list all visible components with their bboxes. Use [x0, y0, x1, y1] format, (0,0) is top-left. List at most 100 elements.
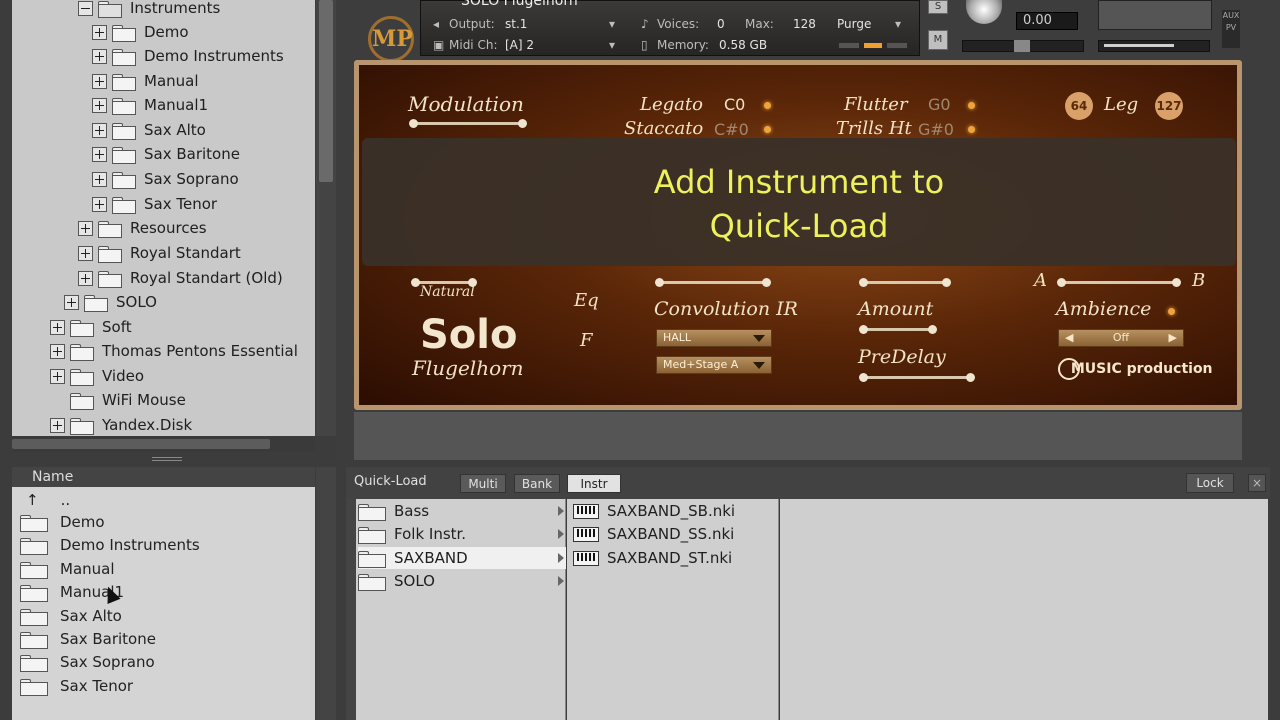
output-select[interactable]: st.1: [505, 17, 527, 31]
tree-item[interactable]: Video: [50, 364, 144, 388]
tree-item[interactable]: Royal Standart (Old): [78, 266, 283, 290]
microphones-slider[interactable]: [1057, 278, 1181, 287]
instrument-file-icon: [573, 550, 599, 566]
tree-horizontal-thumb[interactable]: [12, 439, 270, 449]
output-dropdown-icon[interactable]: ▾: [609, 17, 615, 31]
tree-item[interactable]: Demo: [92, 20, 189, 44]
tab-multi[interactable]: Multi: [460, 474, 506, 493]
pan-slider-handle[interactable]: [1014, 40, 1030, 52]
amount-slider[interactable]: [859, 325, 937, 334]
solo-button[interactable]: S: [928, 0, 948, 14]
tree-item[interactable]: Royal Standart: [78, 241, 241, 265]
expand-icon[interactable]: [92, 97, 107, 113]
expand-icon[interactable]: [50, 368, 65, 384]
midi-channel-select[interactable]: [A] 2: [505, 38, 534, 52]
convolution-hall-select[interactable]: HALL: [656, 329, 772, 347]
name-column-header[interactable]: Name: [12, 467, 315, 487]
quickload-folder-item[interactable]: SOLO: [358, 570, 566, 592]
expand-icon[interactable]: [50, 319, 65, 335]
folder-icon: [98, 245, 122, 263]
quickload-folder-item-selected[interactable]: SAXBAND: [358, 547, 566, 569]
tree-item[interactable]: Demo Instruments: [92, 44, 284, 68]
file-row[interactable]: Sax Alto: [20, 605, 122, 627]
instrument-lower-area: [354, 412, 1242, 460]
file-row[interactable]: Demo Instruments: [20, 534, 200, 556]
tree-item-label: Royal Standart: [130, 244, 241, 262]
expand-icon[interactable]: [78, 270, 93, 286]
quickload-file-item[interactable]: SAXBAND_SS.nki: [573, 523, 734, 545]
close-button[interactable]: ×: [1248, 474, 1266, 492]
tree-item[interactable]: Yandex.Disk: [50, 413, 192, 436]
predelay-slider[interactable]: [859, 373, 975, 382]
staccato-led-icon: [764, 126, 771, 133]
ambience-next-icon[interactable]: ▶: [1169, 330, 1177, 346]
expand-icon[interactable]: [92, 146, 107, 162]
tree-item[interactable]: Soft: [50, 315, 132, 339]
expand-icon[interactable]: [92, 171, 107, 187]
quickload-folder-item[interactable]: Bass: [358, 500, 566, 522]
trills-label: Trills Ht: [836, 118, 912, 139]
purge-dropdown-icon[interactable]: ▾: [895, 17, 901, 31]
file-row[interactable]: Sax Tenor: [20, 675, 133, 697]
file-row[interactable]: Sax Soprano: [20, 651, 155, 673]
purge-button[interactable]: Purge: [837, 17, 871, 31]
leg-low-badge[interactable]: 64: [1065, 92, 1093, 120]
legato-keyswitch[interactable]: C0: [724, 95, 745, 114]
ambience-selector[interactable]: ◀ Off ▶: [1058, 329, 1184, 347]
velocity-range-slider[interactable]: [859, 278, 951, 287]
folder-icon: [112, 171, 136, 189]
expand-icon[interactable]: [92, 196, 107, 212]
expand-icon[interactable]: [92, 48, 107, 64]
tree-item[interactable]: Thomas Pentons Essential: [50, 339, 298, 363]
parent-folder-row[interactable]: ↑ ..: [26, 489, 70, 511]
mute-button[interactable]: M: [928, 30, 948, 50]
tree-item[interactable]: Manual: [92, 69, 199, 93]
folder-icon: [70, 319, 94, 337]
dynamic-range-slider[interactable]: [655, 278, 771, 287]
max-voices-value[interactable]: 128: [793, 17, 816, 31]
file-row[interactable]: Demo: [20, 511, 105, 533]
quickload-file-item[interactable]: SAXBAND_SB.nki: [573, 500, 735, 522]
tree-item[interactable]: Sax Soprano: [92, 167, 239, 191]
tree-item-instruments[interactable]: Instruments: [78, 0, 220, 20]
collapse-icon[interactable]: [78, 0, 93, 16]
tree-item[interactable]: Resources: [78, 216, 207, 240]
file-row[interactable]: Sax Baritone: [20, 628, 156, 650]
expand-icon[interactable]: [92, 122, 107, 138]
expand-icon[interactable]: [92, 24, 107, 40]
flutter-keyswitch[interactable]: G0: [928, 95, 951, 114]
tree-item[interactable]: Sax Tenor: [92, 192, 217, 216]
quickload-folder-item[interactable]: Folk Instr.: [358, 523, 566, 545]
expand-icon[interactable]: [50, 417, 65, 433]
file-row[interactable]: Manual: [20, 558, 115, 580]
pane-splitter[interactable]: [152, 457, 182, 461]
staccato-keyswitch[interactable]: C#0: [714, 120, 749, 139]
tab-instr[interactable]: Instr: [567, 474, 621, 493]
aux-pv-labels[interactable]: AUX PV: [1222, 10, 1240, 48]
tree-item[interactable]: Sax Alto: [92, 118, 206, 142]
tree-item[interactable]: SOLO: [64, 290, 157, 314]
expand-icon[interactable]: [50, 343, 65, 359]
modulation-slider[interactable]: [409, 119, 527, 128]
expand-icon[interactable]: [78, 245, 93, 261]
tune-value[interactable]: 0.00: [1016, 12, 1078, 30]
expand-icon[interactable]: [92, 73, 107, 89]
instrument-name[interactable]: SOLO Flugelhorn: [461, 0, 578, 9]
ambience-prev-icon[interactable]: ◀: [1065, 330, 1073, 346]
output-label: Output:: [449, 17, 495, 31]
tree-item[interactable]: Sax Baritone: [92, 142, 240, 166]
tree-item[interactable]: WiFi Mouse: [70, 388, 186, 412]
midi-dropdown-icon[interactable]: ▾: [609, 38, 615, 52]
leg-label: Leg: [1104, 94, 1139, 115]
tab-bank[interactable]: Bank: [514, 474, 560, 493]
lock-button[interactable]: Lock: [1186, 473, 1234, 493]
leg-high-badge[interactable]: 127: [1155, 92, 1183, 120]
file-list-scrollbar[interactable]: [316, 467, 336, 720]
expand-icon[interactable]: [78, 220, 93, 236]
tree-scroll-thumb[interactable]: [319, 0, 333, 182]
convolution-stage-select[interactable]: Med+Stage A: [656, 356, 772, 374]
quickload-file-item[interactable]: SAXBAND_ST.nki: [573, 547, 732, 569]
tree-item[interactable]: Manual1: [92, 93, 208, 117]
trills-keyswitch[interactable]: G#0: [918, 120, 954, 139]
expand-icon[interactable]: [64, 294, 79, 310]
